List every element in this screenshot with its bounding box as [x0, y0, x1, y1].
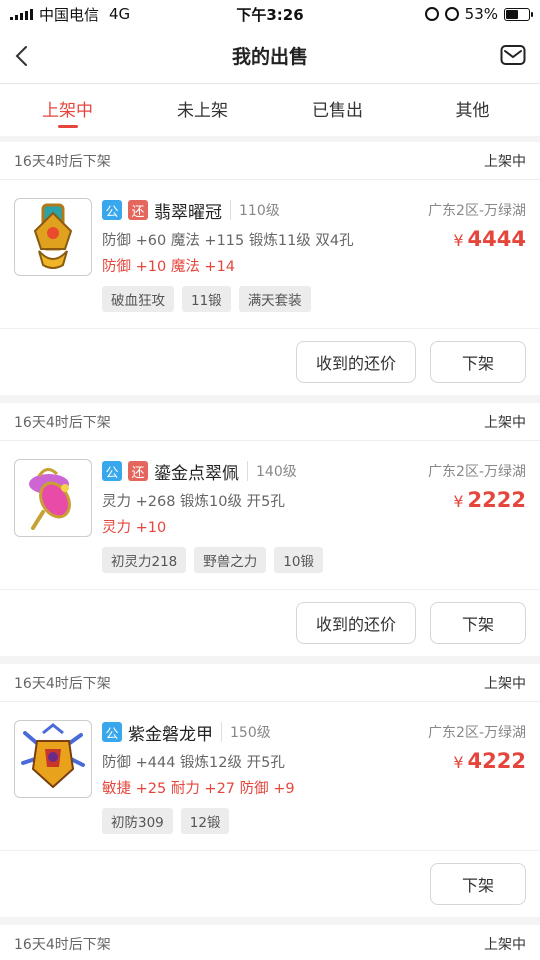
tab-listed[interactable]: 上架中	[0, 84, 135, 136]
card-actions: 收到的还价 下架	[0, 329, 540, 395]
card-header: 16天4时后下架 上架中	[0, 403, 540, 441]
price-value: 4222	[467, 749, 526, 773]
item-level: 150级	[221, 722, 271, 742]
alarm-icon	[444, 7, 459, 21]
mail-icon[interactable]	[500, 44, 526, 66]
network-type: 4G	[109, 5, 131, 23]
item-summary[interactable]: 公 紫金磐龙甲 150级 广东2区-万绿湖 防御 +444 锻炼12级 开5孔 …	[0, 702, 540, 851]
listing-card: 16天4时后下架 上架中 公 还 鎏金点翠佩 140级 广东2区-万绿湖 灵力 …	[0, 403, 540, 656]
item-name: 鎏金点翠佩	[154, 463, 239, 484]
item-server: 广东2区-万绿湖	[428, 725, 526, 741]
rotation-lock-icon	[424, 7, 439, 21]
delist-timer: 16天4时后下架	[14, 936, 111, 953]
signal-icon	[10, 8, 33, 20]
delist-button[interactable]: 下架	[430, 863, 526, 905]
listing-list: 16天4时后下架 上架中 公 还 翡翠曜冠 110级 广东2区-万绿湖 防御 +…	[0, 136, 540, 960]
item-chips: 初灵力218 野兽之力 10锻	[102, 547, 526, 573]
public-tag: 公	[102, 200, 122, 220]
view-offers-button[interactable]: 收到的还价	[296, 341, 416, 383]
item-server: 广东2区-万绿湖	[428, 464, 526, 480]
item-chip: 野兽之力	[194, 547, 267, 573]
listing-status: 上架中	[484, 153, 526, 170]
item-chip: 10锻	[274, 547, 323, 573]
item-level: 140级	[247, 461, 297, 481]
item-chips: 破血狂攻 11锻 满天套装	[102, 286, 526, 312]
item-price: ¥4222	[453, 749, 526, 773]
bargain-tag: 还	[128, 200, 148, 220]
price-value: 4444	[467, 227, 526, 251]
item-thumbnail	[14, 198, 92, 276]
card-header: 16天4时后下架 上架中	[0, 142, 540, 180]
item-price: ¥4444	[453, 227, 526, 251]
item-price: ¥2222	[453, 488, 526, 512]
armor-item-icon	[21, 723, 85, 789]
listing-status: 上架中	[484, 675, 526, 692]
item-level: 110级	[230, 200, 280, 220]
item-summary[interactable]: 公 还 鎏金点翠佩 140级 广东2区-万绿湖 灵力 +268 锻炼10级 开5…	[0, 441, 540, 590]
carrier-name: 中国电信	[39, 5, 100, 24]
back-arrow-icon[interactable]	[14, 46, 30, 66]
view-offers-button[interactable]: 收到的还价	[296, 602, 416, 644]
item-summary[interactable]: 公 还 翡翠曜冠 110级 广东2区-万绿湖 防御 +60 魔法 +115 锻炼…	[0, 180, 540, 329]
item-bonus: 灵力 +10	[102, 520, 167, 536]
page-title: 我的出售	[231, 46, 308, 68]
listing-status: 上架中	[484, 414, 526, 431]
item-attributes: 防御 +60 魔法 +115 锻炼11级 双4孔	[102, 232, 354, 249]
currency-symbol: ¥	[453, 231, 464, 250]
item-chip: 12锻	[180, 808, 230, 834]
item-chip: 破血狂攻	[102, 286, 174, 312]
card-actions: 收到的还价 下架	[0, 590, 540, 656]
item-name: 翡翠曜冠	[154, 202, 222, 223]
item-chips: 初防309 12锻	[102, 808, 526, 834]
tab-sold[interactable]: 已售出	[270, 84, 405, 136]
battery-icon	[504, 7, 533, 21]
delist-timer: 16天4时后下架	[14, 675, 111, 692]
delist-button[interactable]: 下架	[430, 602, 526, 644]
currency-symbol: ¥	[453, 492, 464, 511]
listing-card: 16天4时后下架 上架中 公 紫金磐龙甲 150级 广东2区-万绿湖 防御 +4…	[0, 664, 540, 917]
item-chip: 初灵力218	[102, 547, 187, 573]
public-tag: 公	[102, 461, 122, 481]
card-header: 16天4时后下架 上架中	[0, 925, 540, 960]
tab-unlisted[interactable]: 未上架	[135, 84, 270, 136]
card-actions: 下架	[0, 851, 540, 917]
item-chip: 满天套装	[238, 286, 311, 312]
item-name: 紫金磐龙甲	[128, 724, 213, 745]
item-bonus: 防御 +10 魔法 +14	[102, 259, 236, 275]
listing-card: 16天4时后下架 上架中 公 还 翡翠曜冠 110级 广东2区-万绿湖 防御 +…	[0, 142, 540, 395]
delist-timer: 16天4时后下架	[14, 153, 111, 170]
status-bar: 中国电信 4G 下午3:26 53%	[0, 0, 540, 28]
currency-symbol: ¥	[453, 753, 464, 772]
listing-card-peek: 16天4时后下架 上架中	[0, 925, 540, 960]
listing-status: 上架中	[484, 936, 526, 953]
item-thumbnail	[14, 720, 92, 798]
item-server: 广东2区-万绿湖	[428, 203, 526, 219]
item-attributes: 防御 +444 锻炼12级 开5孔	[102, 754, 285, 771]
tab-other[interactable]: 其他	[405, 84, 540, 136]
delist-button[interactable]: 下架	[430, 341, 526, 383]
crown-item-icon	[33, 203, 73, 269]
public-tag: 公	[102, 722, 122, 742]
item-chip: 初防309	[102, 808, 173, 834]
tab-bar: 上架中 未上架 已售出 其他	[0, 84, 540, 136]
battery-percent: 53%	[464, 5, 498, 23]
card-header: 16天4时后下架 上架中	[0, 664, 540, 702]
pendant-item-icon	[29, 468, 71, 530]
item-bonus: 敏捷 +25 耐力 +27 防御 +9	[102, 781, 295, 797]
item-chip: 11锻	[182, 286, 231, 312]
item-attributes: 灵力 +268 锻炼10级 开5孔	[102, 493, 285, 510]
delist-timer: 16天4时后下架	[14, 414, 111, 431]
price-value: 2222	[467, 488, 526, 512]
item-thumbnail	[14, 459, 92, 537]
nav-bar: 我的出售	[0, 28, 540, 84]
bargain-tag: 还	[128, 461, 148, 481]
